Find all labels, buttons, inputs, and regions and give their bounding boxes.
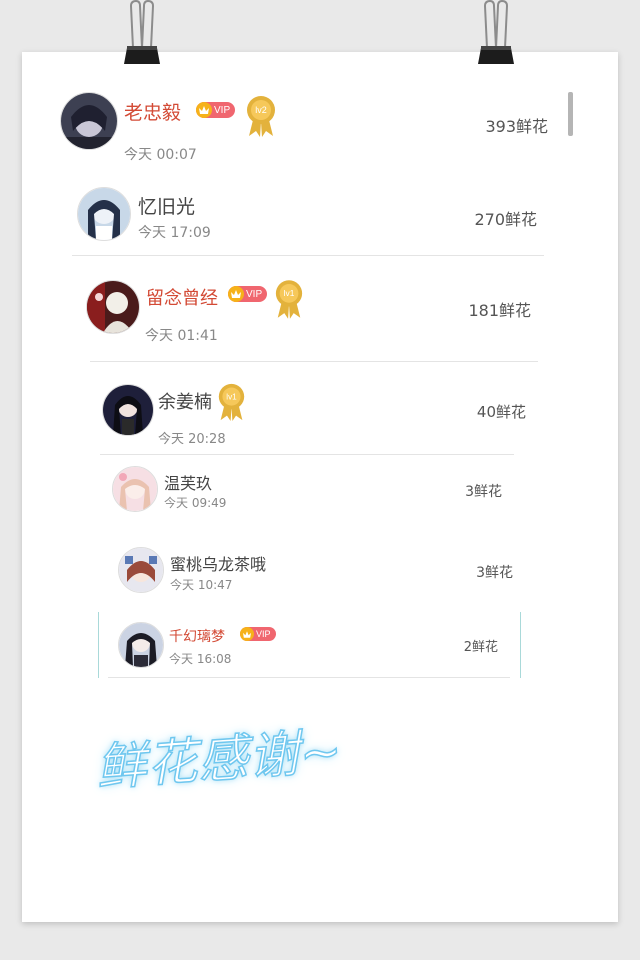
flower-count: 270鲜花 bbox=[474, 210, 537, 229]
flower-count: 181鲜花 bbox=[468, 301, 531, 320]
binder-clip-icon bbox=[124, 0, 160, 64]
user-name: 千幻璃梦 bbox=[169, 629, 225, 645]
crown-icon bbox=[196, 102, 212, 118]
flower-count: 393鲜花 bbox=[485, 117, 548, 136]
flower-count: 40鲜花 bbox=[476, 403, 526, 421]
timestamp: 今天 16:08 bbox=[169, 652, 232, 666]
user-name: 老忠毅 bbox=[124, 102, 182, 124]
divider bbox=[72, 255, 544, 256]
flower-count: 2鲜花 bbox=[463, 640, 498, 655]
avatar[interactable] bbox=[86, 280, 140, 334]
user-name: 蜜桃乌龙茶哦 bbox=[170, 555, 267, 574]
svg-text:lv1: lv1 bbox=[226, 392, 237, 401]
user-name: 温芙玖 bbox=[164, 474, 213, 493]
binder-clip-icon bbox=[478, 0, 514, 64]
level-medal-icon: lv2 bbox=[247, 96, 275, 137]
user-name: 忆旧光 bbox=[138, 196, 196, 218]
avatar[interactable] bbox=[77, 187, 131, 241]
divider bbox=[98, 612, 99, 678]
timestamp: 今天 20:28 bbox=[158, 432, 226, 447]
vip-badge: VIP bbox=[240, 627, 276, 641]
crown-icon bbox=[240, 627, 254, 641]
vip-badge: VIP bbox=[228, 286, 268, 302]
level-medal-icon: lv1 bbox=[275, 280, 303, 319]
divider bbox=[108, 677, 510, 678]
timestamp: 今天 00:07 bbox=[124, 147, 197, 163]
level-medal-icon: lv1 bbox=[218, 383, 245, 422]
vip-badge: VIP bbox=[196, 102, 236, 118]
avatar[interactable] bbox=[118, 622, 164, 668]
flower-count: 3鲜花 bbox=[465, 484, 502, 500]
divider bbox=[90, 361, 538, 362]
svg-text:lv1: lv1 bbox=[284, 288, 295, 298]
timestamp: 今天 10:47 bbox=[170, 578, 233, 592]
timestamp: 今天 09:49 bbox=[164, 496, 227, 510]
timestamp: 今天 17:09 bbox=[138, 225, 211, 241]
divider bbox=[100, 454, 514, 455]
user-name: 留念曾经 bbox=[146, 288, 218, 309]
scrollbar[interactable] bbox=[568, 92, 573, 136]
svg-text:lv2: lv2 bbox=[255, 105, 267, 115]
avatar[interactable] bbox=[112, 466, 158, 512]
timestamp: 今天 01:41 bbox=[145, 328, 218, 344]
divider bbox=[520, 612, 521, 678]
crown-icon bbox=[228, 286, 244, 302]
avatar[interactable] bbox=[60, 92, 118, 150]
avatar[interactable] bbox=[118, 547, 164, 593]
avatar[interactable] bbox=[102, 384, 154, 436]
user-name: 余姜楠 bbox=[158, 392, 212, 413]
flower-count: 3鲜花 bbox=[476, 565, 513, 581]
